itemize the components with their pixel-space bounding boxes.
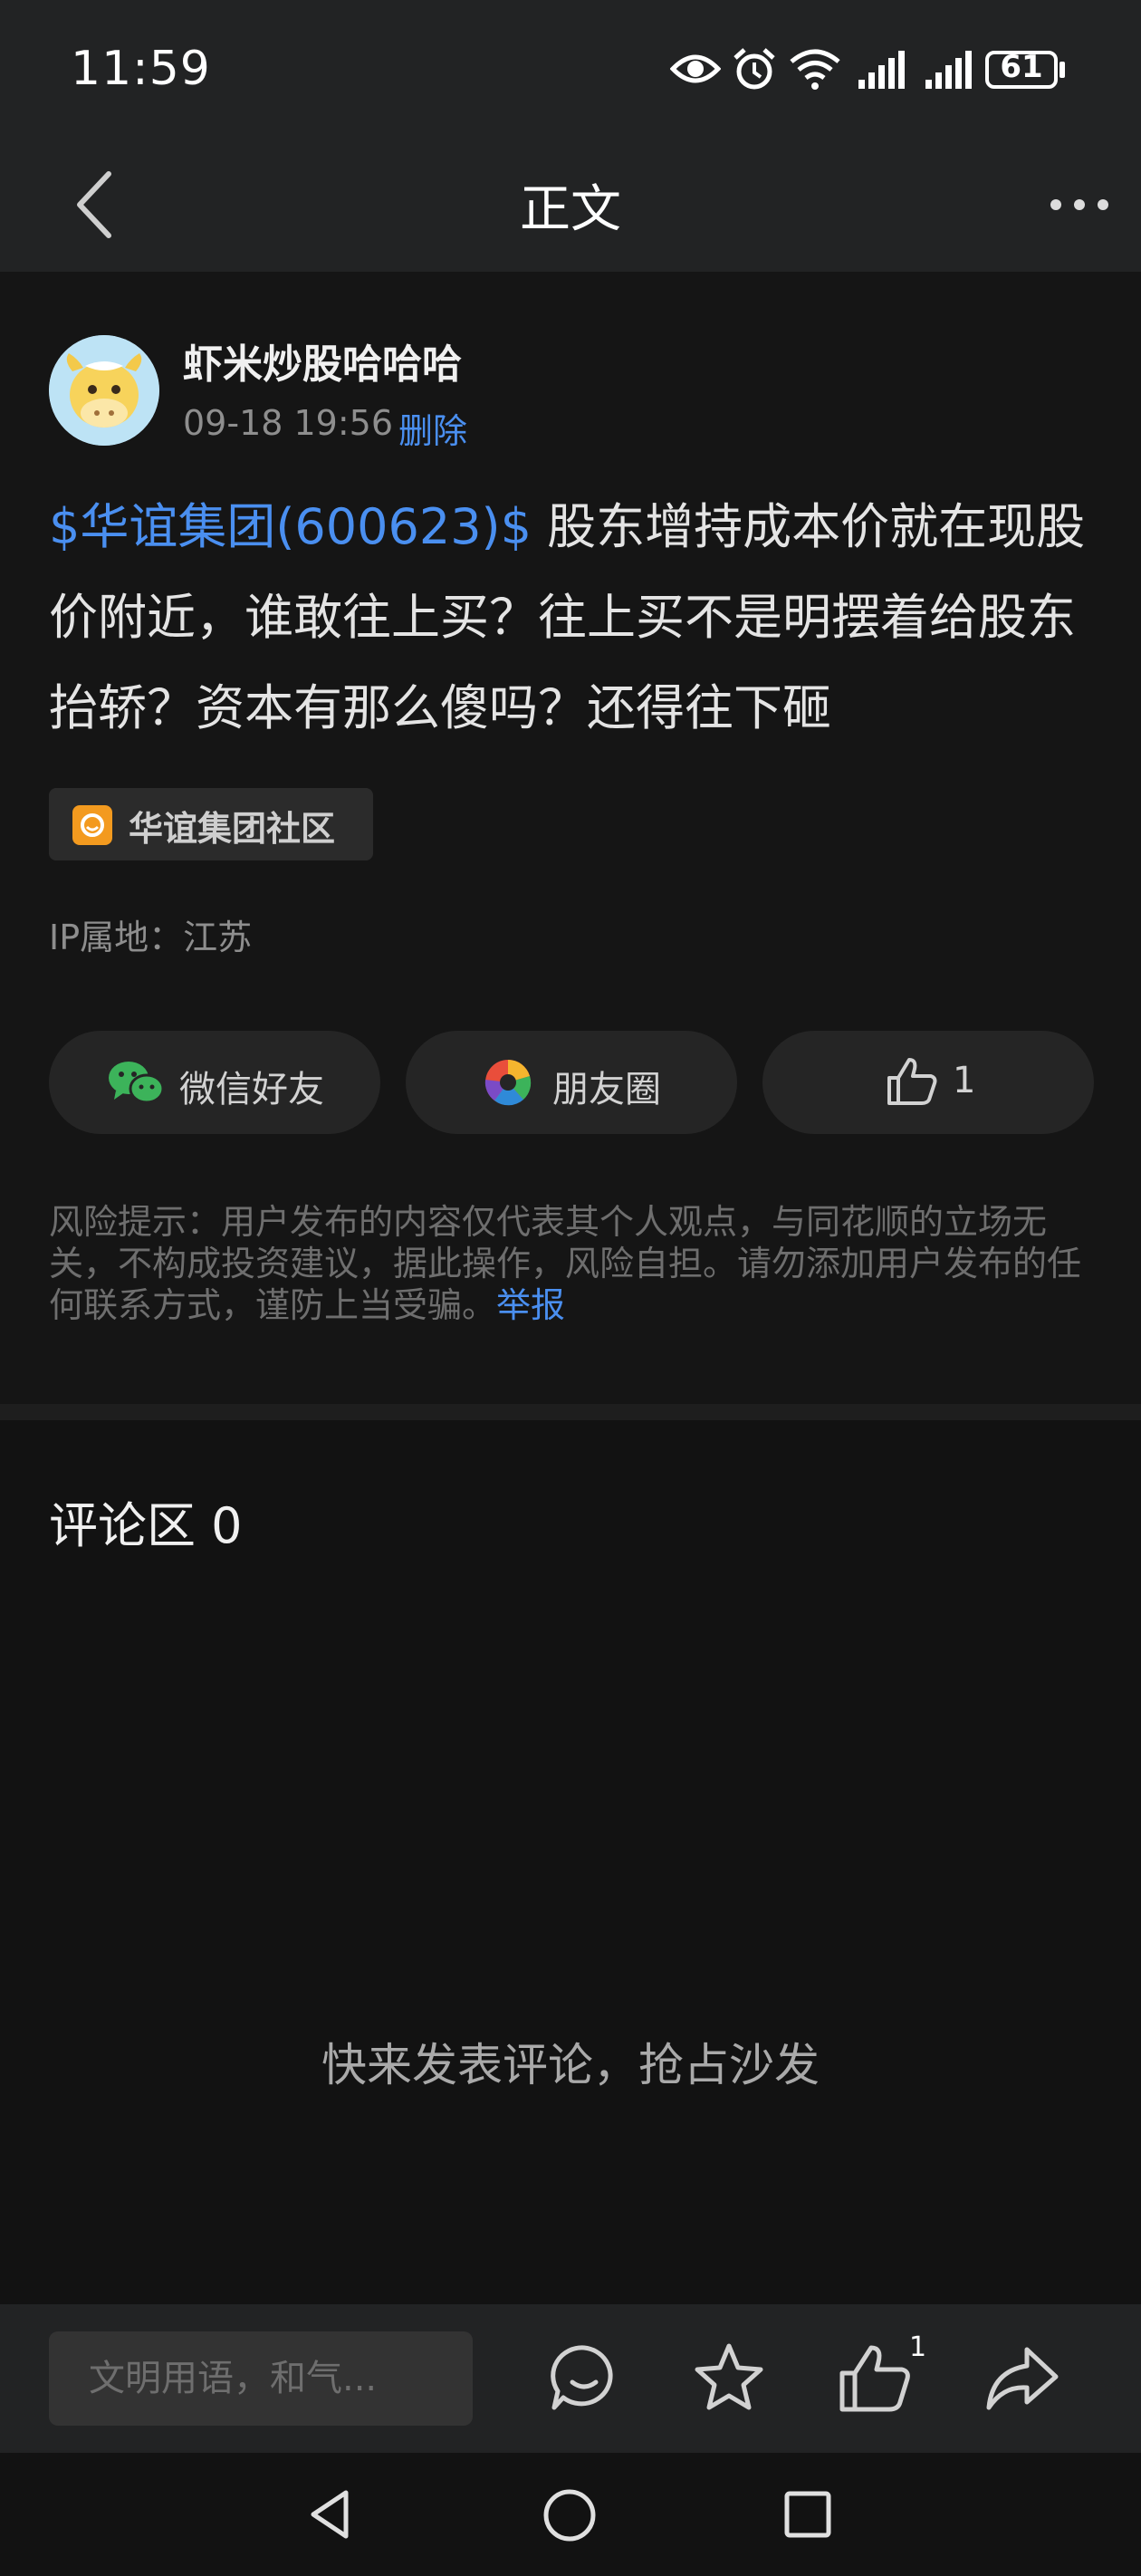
share-moments-button[interactable]: 朋友圈 xyxy=(406,1031,737,1134)
eye-icon xyxy=(670,54,721,83)
author-name[interactable]: 虾米炒股哈哈哈 xyxy=(183,332,462,389)
comment-input[interactable] xyxy=(49,2331,473,2426)
section-divider xyxy=(0,1404,1141,1420)
empty-comments-message: 快来发表评论，抢占沙发 xyxy=(321,2039,820,2091)
system-nav-bar xyxy=(0,2453,1141,2576)
thumbs-up-icon xyxy=(887,1058,937,1105)
post-card: 虾米炒股哈哈哈 09-18 19:56 删除 $华谊集团(600623)$ 股东… xyxy=(0,272,1141,1404)
post-body: $华谊集团(600623)$ 股东增持成本价就在现股价附近，谁敢往上买？往上买不… xyxy=(49,482,1099,754)
post-timestamp: 09-18 19:56 xyxy=(183,403,394,443)
delete-link[interactable]: 删除 xyxy=(398,403,467,453)
share-icon[interactable] xyxy=(982,2337,1063,2418)
stock-tag-link[interactable]: $华谊集团(600623)$ xyxy=(49,498,532,555)
share-moments-label: 朋友圈 xyxy=(552,1069,661,1110)
wifi-icon xyxy=(790,49,840,90)
bottom-toolbar: 1 xyxy=(0,2304,1141,2453)
community-chip[interactable]: 华谊集团社区 xyxy=(49,788,373,860)
page-title: 正文 xyxy=(520,180,621,239)
battery-level: 61 xyxy=(1000,49,1043,85)
more-dots-icon[interactable] xyxy=(1049,194,1110,216)
share-wechat-label: 微信好友 xyxy=(179,1069,324,1110)
system-back-icon[interactable] xyxy=(304,2487,359,2542)
moments-icon xyxy=(484,1060,532,1106)
share-wechat-button[interactable]: 微信好友 xyxy=(49,1031,380,1134)
battery-tip xyxy=(1060,62,1065,78)
system-recents-icon[interactable] xyxy=(782,2489,833,2540)
system-home-icon[interactable] xyxy=(542,2487,598,2543)
cow-avatar-icon xyxy=(49,335,159,446)
like-count: 1 xyxy=(953,1060,976,1101)
ip-location: IP属地：江苏 xyxy=(49,918,253,957)
star-icon[interactable] xyxy=(688,2337,770,2418)
comments-title: 评论区 0 xyxy=(49,1497,243,1554)
community-icon xyxy=(72,805,112,845)
community-label: 华谊集团社区 xyxy=(129,809,336,849)
report-link[interactable]: 举报 xyxy=(496,1285,565,1325)
status-time: 11:59 xyxy=(71,42,211,96)
signal-icon xyxy=(858,51,905,89)
comment-icon[interactable] xyxy=(543,2337,625,2418)
like-button[interactable]: 1 xyxy=(762,1031,1094,1134)
alarm-icon xyxy=(734,48,775,90)
nav-bar: 正文 xyxy=(0,136,1141,272)
like-count-badge: 1 xyxy=(909,2331,927,2363)
avatar[interactable] xyxy=(49,335,159,446)
status-bar: 11:59 61 xyxy=(0,0,1141,136)
signal-icon-2 xyxy=(925,51,972,89)
toolbar-like-icon[interactable] xyxy=(833,2337,915,2418)
wechat-icon xyxy=(109,1062,165,1104)
battery-icon: 61 xyxy=(985,49,1058,89)
risk-notice: 风险提示：用户发布的内容仅代表其个人观点，与同花顺的立场无关，不构成投资建议，据… xyxy=(49,1201,1099,1326)
